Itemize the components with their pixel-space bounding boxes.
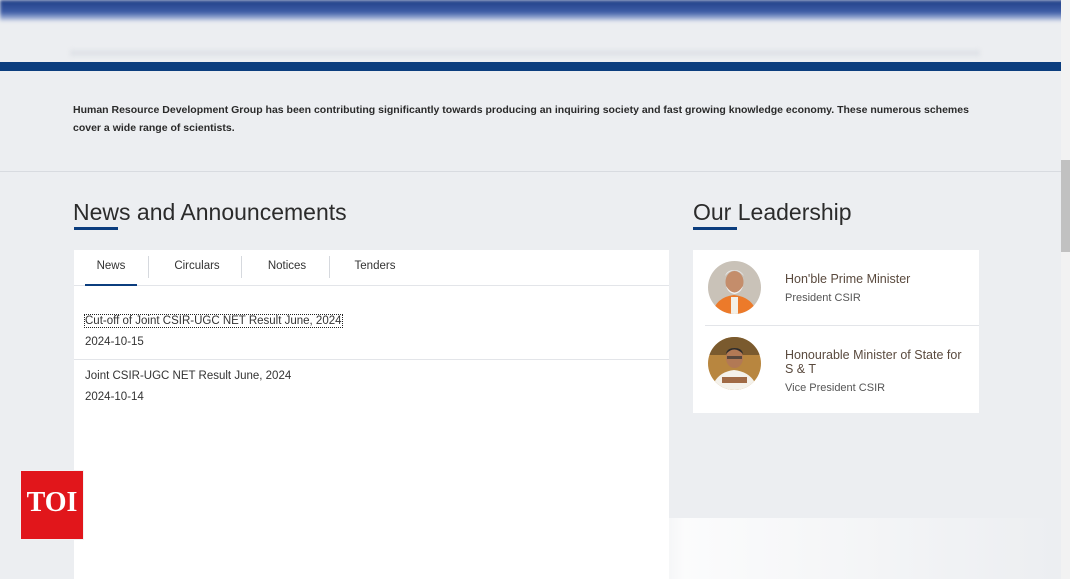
avatar xyxy=(708,261,761,314)
tab-notices[interactable]: Notices xyxy=(260,250,314,286)
news-tabs: News Circulars Notices Tenders xyxy=(74,250,669,286)
blurred-divider xyxy=(70,50,980,56)
tab-separator xyxy=(148,256,149,278)
leadership-section-title: Our Leadership xyxy=(693,199,852,225)
person-photo-icon xyxy=(708,337,761,390)
person-photo-icon xyxy=(708,261,761,314)
news-item-link[interactable]: Joint CSIR-UGC NET Result June, 2024 xyxy=(85,370,291,382)
scrollbar[interactable] xyxy=(1061,0,1070,579)
tab-separator xyxy=(241,256,242,278)
leadership-title-underline xyxy=(693,227,737,230)
section-divider xyxy=(0,171,1061,172)
leader-role: President CSIR xyxy=(785,292,861,304)
news-item-divider xyxy=(74,359,669,360)
leader-role: Vice President CSIR xyxy=(785,382,886,394)
news-item-date: 2024-10-15 xyxy=(85,336,144,348)
news-item-date: 2024-10-14 xyxy=(85,391,144,403)
leadership-panel: Hon'ble Prime Minister President CSIR Ho… xyxy=(693,250,979,413)
intro-paragraph: Human Resource Development Group has bee… xyxy=(73,104,969,134)
news-item-link[interactable]: Cut-off of Joint CSIR-UGC NET Result Jun… xyxy=(84,314,343,328)
header-accent-bar xyxy=(0,62,1061,71)
toi-logo: TOI xyxy=(20,470,84,540)
news-title-underline xyxy=(74,227,118,230)
avatar xyxy=(708,337,761,390)
scrollbar-thumb[interactable] xyxy=(1061,160,1070,252)
leader-title[interactable]: Hon'ble Prime Minister xyxy=(785,272,910,286)
top-navigation-bar-blurred xyxy=(0,0,1070,22)
news-section-title: News and Announcements xyxy=(73,199,347,225)
tab-tenders[interactable]: Tenders xyxy=(347,250,403,286)
bottom-fade-overlay xyxy=(70,518,1060,579)
leader-title[interactable]: Honourable Minister of State for S & T xyxy=(785,348,973,376)
tab-news[interactable]: News xyxy=(85,250,137,286)
tab-circulars[interactable]: Circulars xyxy=(166,250,228,286)
tab-separator xyxy=(329,256,330,278)
leadership-divider xyxy=(705,325,979,326)
